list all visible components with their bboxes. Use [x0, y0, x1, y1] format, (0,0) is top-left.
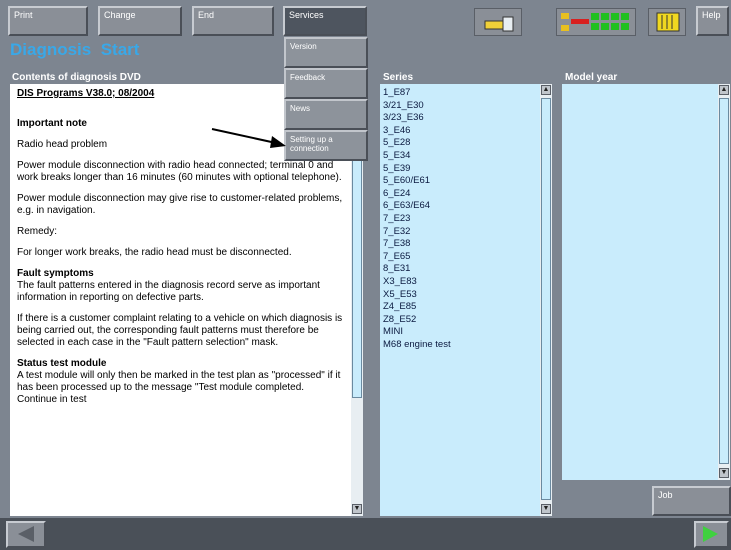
series-item[interactable]: Z4_E85	[383, 301, 537, 314]
series-item[interactable]: 3/21_E30	[383, 100, 537, 113]
series-item[interactable]: 5_E60/E61	[383, 175, 537, 188]
back-button[interactable]	[6, 521, 46, 548]
series-item[interactable]: X3_E83	[383, 276, 537, 289]
print-button[interactable]: Print	[8, 6, 88, 36]
series-item[interactable]: 8_E31	[383, 263, 537, 276]
program-version: DIS Programs V38.0; 08/2004	[17, 88, 155, 99]
end-button[interactable]: End	[192, 6, 274, 36]
series-item[interactable]: MINI	[383, 326, 537, 339]
menu-item-setting-up-connection[interactable]: Setting up a connection	[284, 130, 368, 161]
contents-heading: Contents of diagnosis DVD	[12, 72, 141, 83]
start-title: Start	[100, 40, 140, 59]
model-year-scroll-up[interactable]: ▲	[719, 85, 729, 95]
fault-symptoms-heading: Fault symptoms	[17, 268, 94, 279]
services-menu: Version Feedback News Setting up a conne…	[284, 37, 368, 161]
menu-item-news[interactable]: News	[284, 99, 368, 130]
battery-status-icon	[561, 13, 629, 31]
battery-status	[556, 8, 636, 36]
series-item[interactable]: 7_E23	[383, 213, 537, 226]
module-icon	[656, 12, 680, 32]
change-label: Change	[104, 10, 136, 20]
job-button[interactable]: Job	[652, 486, 731, 516]
model-year-scrollbar[interactable]: ▲ ▼	[718, 84, 730, 480]
series-item[interactable]: 3_E46	[383, 125, 537, 138]
left-arrow-icon	[18, 526, 34, 542]
diagnosis-title: Diagnosis	[10, 40, 92, 59]
contents-para-6: A test module will only then be marked i…	[17, 370, 341, 405]
help-label: Help	[702, 10, 721, 20]
change-button[interactable]: Change	[98, 6, 182, 36]
end-label: End	[198, 10, 215, 20]
series-item[interactable]: 1_E87	[383, 87, 537, 100]
forward-button[interactable]	[694, 521, 729, 548]
model-year-heading: Model year	[565, 72, 618, 83]
series-item[interactable]: 7_E65	[383, 251, 537, 264]
contents-para-4: The fault patterns entered in the diagno…	[17, 280, 320, 303]
series-item[interactable]: 5_E39	[383, 163, 537, 176]
important-note-heading: Important note	[17, 118, 87, 129]
contents-para-1: Power module disconnection with radio he…	[17, 160, 342, 183]
status-test-heading: Status test module	[17, 358, 107, 369]
series-items: 1_E87 3/21_E30 3/23_E36 3_E46 5_E28 5_E34 5_E3…	[383, 87, 537, 351]
model-year-scroll-down[interactable]: ▼	[719, 468, 729, 478]
series-item[interactable]: M68 engine test	[383, 339, 537, 352]
series-item[interactable]: 5_E34	[383, 150, 537, 163]
contents-para-2: Power module disconnection may give rise…	[17, 193, 343, 216]
series-item[interactable]: 3/23_E36	[383, 112, 537, 125]
contents-para-3: For longer work breaks, the radio head m…	[17, 247, 292, 258]
services-label: Services	[289, 10, 324, 20]
page-title: Diagnosis Start	[10, 40, 139, 60]
module-status	[648, 8, 686, 36]
series-scrollbar[interactable]: ▲ ▼	[540, 84, 552, 516]
series-item[interactable]: 7_E32	[383, 226, 537, 239]
connector-icon	[484, 16, 514, 32]
right-arrow-icon	[703, 526, 718, 542]
series-heading: Series	[383, 72, 414, 83]
connector-status	[474, 8, 522, 36]
series-item[interactable]: 6_E24	[383, 188, 537, 201]
series-item[interactable]: Z8_E52	[383, 314, 537, 327]
remedy-text: Remedy:	[17, 226, 58, 237]
contents-para-5: If there is a customer complaint relatin…	[17, 313, 343, 348]
print-label: Print	[14, 10, 33, 20]
series-item[interactable]: 7_E38	[383, 238, 537, 251]
model-year-scroll-thumb[interactable]	[719, 98, 729, 464]
menu-item-version[interactable]: Version	[284, 37, 368, 68]
series-scroll-thumb[interactable]	[541, 98, 551, 500]
series-item[interactable]: 5_E28	[383, 137, 537, 150]
help-button[interactable]: Help	[696, 6, 729, 36]
series-item[interactable]: 6_E63/E64	[383, 200, 537, 213]
menu-item-feedback[interactable]: Feedback	[284, 68, 368, 99]
series-scroll-up[interactable]: ▲	[541, 85, 551, 95]
model-year-list[interactable]	[562, 84, 718, 480]
series-list[interactable]: 1_E87 3/21_E30 3/23_E36 3_E46 5_E28 5_E34 5_E3…	[380, 84, 540, 516]
job-label: Job	[658, 490, 673, 500]
annotation-arrow-icon	[211, 128, 286, 148]
series-scroll-down[interactable]: ▼	[541, 504, 551, 514]
series-item[interactable]: X5_E53	[383, 289, 537, 302]
bottom-bar	[0, 518, 731, 550]
services-button[interactable]: Services	[283, 6, 367, 36]
contents-scroll-down[interactable]: ▼	[352, 504, 362, 514]
